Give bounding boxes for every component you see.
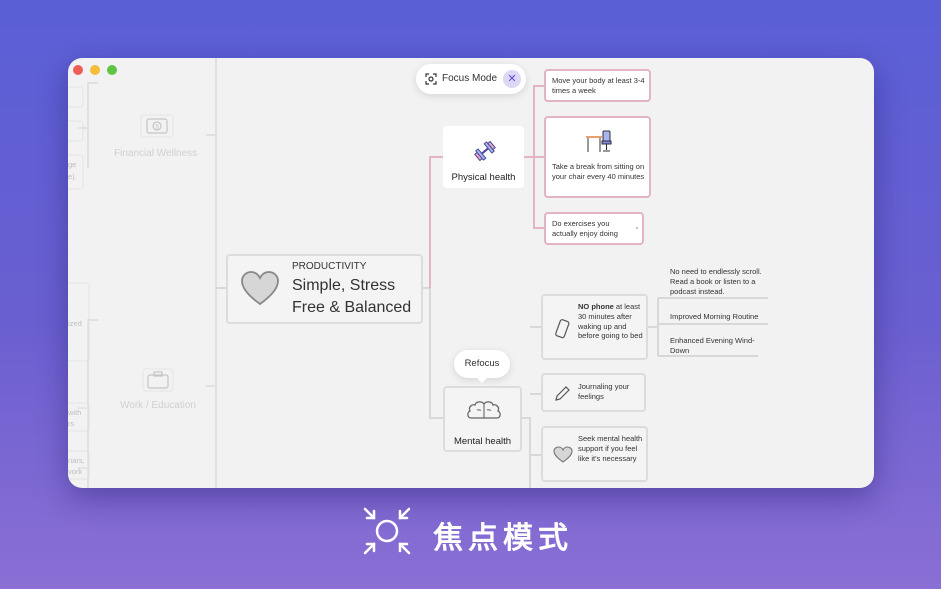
central-node[interactable]: PRODUCTIVITY Simple, Stress Free & Balan… [226, 254, 423, 324]
money-icon: $ [140, 114, 174, 138]
heart-icon [553, 446, 573, 463]
focus-mode-pill[interactable]: Focus Mode ✕ [416, 64, 526, 94]
physical-child-3[interactable]: Do exercises you actually enjoy doing ▫ [544, 212, 644, 245]
dumbbell-icon [474, 140, 496, 162]
mental-child-1[interactable]: NO phone at least 30 minutes after wakin… [541, 294, 648, 360]
mental-child-2[interactable]: Journaling your feelings [541, 373, 646, 412]
left-node-6[interactable]: nars, vork [68, 450, 90, 480]
phone-icon [555, 319, 570, 339]
focus-mode-label: Focus Mode [442, 73, 498, 84]
focus-target-icon [363, 507, 411, 555]
physical-child-1[interactable]: Move your body at least 3-4 times a week [544, 69, 651, 102]
physical-health-node[interactable]: Physical health [443, 126, 524, 188]
left-branch-financial-label[interactable]: Financial Wellness [114, 148, 197, 159]
app-window: $ Financial Wellness Work / Education ge… [68, 58, 874, 488]
left-node-4[interactable]: ized [68, 282, 90, 362]
mental-health-label: Mental health [453, 436, 512, 447]
phone-detail-2[interactable]: Improved Morning Routine [670, 312, 770, 322]
close-focus-mode-button[interactable]: ✕ [503, 70, 521, 88]
brain-icon [467, 401, 501, 419]
phone-detail-3[interactable]: Enhanced Evening Wind-Down [670, 336, 760, 356]
physical-child-2[interactable]: Take a break from sitting on your chair … [544, 116, 651, 198]
central-title-line2: Free & Balanced [292, 299, 412, 316]
phone-detail-1[interactable]: No need to endlessly scroll. Read a book… [670, 267, 770, 296]
central-category: PRODUCTIVITY [292, 261, 367, 272]
left-node-5[interactable]: with rs [68, 402, 90, 432]
mental-health-node[interactable]: Mental health [443, 386, 522, 452]
caption-title: 焦点模式 [433, 521, 573, 556]
desk-chair-icon [586, 130, 612, 152]
left-node-1[interactable] [68, 86, 84, 108]
left-node-3[interactable]: ge e). [68, 154, 84, 190]
physical-health-label: Physical health [451, 172, 516, 183]
left-branch-work-label[interactable]: Work / Education [120, 400, 196, 411]
mental-child-1-bold: NO phone [578, 302, 614, 311]
heart-icon [241, 271, 279, 306]
refocus-pointer [476, 377, 488, 383]
central-title-line1: Simple, Stress [292, 277, 396, 294]
briefcase-icon [142, 368, 174, 392]
left-node-2[interactable] [68, 120, 84, 142]
refocus-button[interactable]: Refocus [454, 350, 510, 378]
note-icon: ▫ [635, 225, 638, 232]
focus-icon [425, 73, 437, 85]
mental-child-3[interactable]: Seek mental health support if you feel l… [541, 426, 648, 482]
pencil-icon [555, 386, 570, 401]
